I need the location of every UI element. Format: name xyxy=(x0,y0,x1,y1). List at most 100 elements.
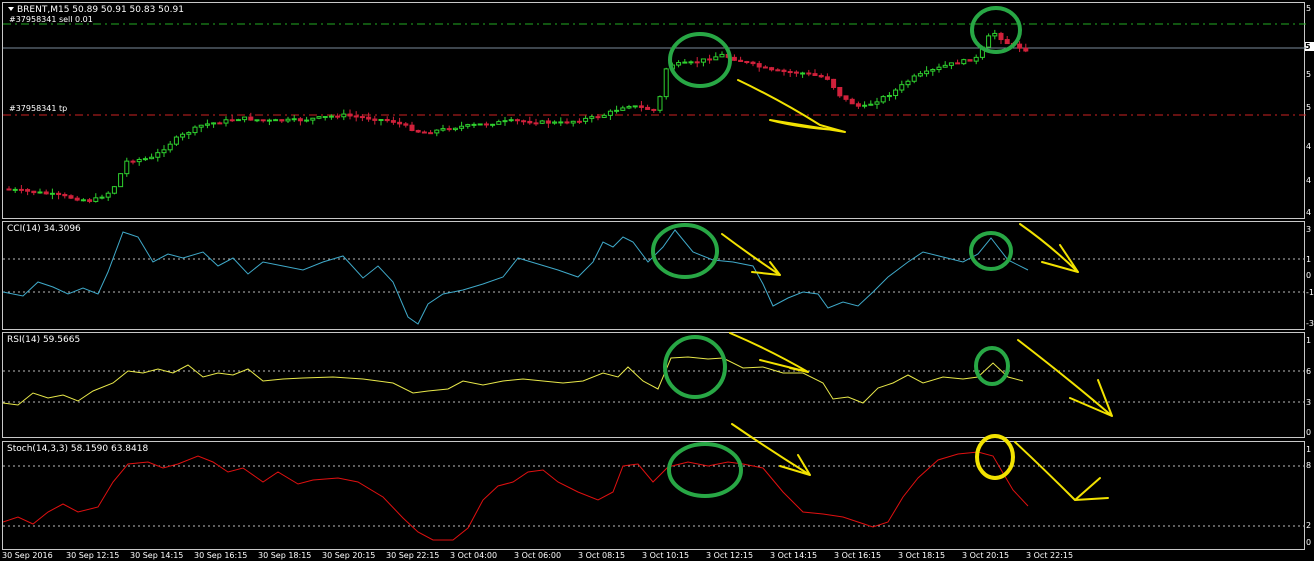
candle-body xyxy=(657,96,663,111)
candle-body xyxy=(397,121,403,125)
candle-body xyxy=(452,127,458,131)
candle-body xyxy=(180,133,186,138)
candle-body xyxy=(1010,43,1016,46)
candle-body xyxy=(273,119,279,122)
candle-body xyxy=(80,199,86,202)
time-axis-label: 30 Sep 12:15 xyxy=(66,551,120,560)
candle-body xyxy=(68,195,74,199)
time-axis-label: 30 Sep 14:15 xyxy=(130,551,184,560)
candle-body xyxy=(248,116,254,121)
time-axis: 30 Sep 2016 30 Sep 12:15 30 Sep 14:15 30 Se… xyxy=(0,551,1314,561)
candle-body xyxy=(440,128,446,131)
candle-body xyxy=(707,58,713,61)
candle-body xyxy=(428,132,434,135)
candle-body xyxy=(390,120,396,123)
candle-body xyxy=(725,53,731,58)
candle-body xyxy=(341,113,347,118)
cci-scale-tick: 3 xyxy=(1306,225,1312,234)
candle-body xyxy=(676,62,682,66)
time-axis-label: 30 Sep 22:15 xyxy=(386,551,440,560)
candle-body xyxy=(645,106,651,110)
candle-body xyxy=(905,80,911,86)
candle-body xyxy=(211,122,217,125)
candle-body xyxy=(118,173,124,188)
time-axis-label: 30 Sep 18:15 xyxy=(258,551,312,560)
candle-body xyxy=(769,67,775,71)
time-axis-label: 3 Oct 14:15 xyxy=(770,551,818,560)
price-scale-tick: 4 xyxy=(1306,208,1312,217)
take-profit-label: #37958341 tp xyxy=(9,104,68,113)
cci-scale-tick: -3 xyxy=(1306,319,1314,328)
stoch-pane[interactable]: Stoch(14,3,3) 58.1590 63.8418 xyxy=(2,441,1306,550)
candle-body xyxy=(142,158,148,161)
time-axis-label: 30 Sep 2016 xyxy=(2,551,53,560)
candle-body xyxy=(242,116,248,121)
candle-body xyxy=(800,72,806,75)
cci-scale-tick: -1 xyxy=(1306,288,1314,297)
candle-body xyxy=(930,69,936,72)
candle-body xyxy=(638,105,644,108)
candle-body xyxy=(992,32,998,37)
candle-body xyxy=(756,63,762,68)
chart-menu-triangle-icon[interactable] xyxy=(8,7,14,11)
candle-body xyxy=(533,122,539,125)
candle-body xyxy=(874,101,880,105)
time-axis-label: 3 Oct 16:15 xyxy=(834,551,882,560)
cci-pane[interactable]: CCI(14) 34.3096 xyxy=(2,221,1306,330)
sell-order-label: #37958341 sell 0.01 xyxy=(9,15,93,24)
price-scale-tick: 5 xyxy=(1306,103,1312,112)
candle-body xyxy=(967,59,973,62)
price-chart-pane[interactable]: BRENT,M15 50.89 50.91 50.83 50.91 #37958… xyxy=(2,2,1306,219)
rsi-scale-tick: 1 xyxy=(1306,336,1312,345)
candle-body xyxy=(583,117,589,122)
chart-title: BRENT,M15 50.89 50.91 50.83 50.91 xyxy=(17,5,184,15)
candle-body xyxy=(316,116,322,119)
candle-body xyxy=(979,46,985,58)
candle-body xyxy=(831,78,837,88)
price-chart-svg xyxy=(3,23,1306,204)
candle-body xyxy=(862,104,868,107)
candle-body xyxy=(601,114,607,118)
candle-body xyxy=(576,120,582,123)
candle-body xyxy=(366,116,372,120)
rsi-pane[interactable]: RSI(14) 59.5665 xyxy=(2,332,1306,438)
candle-body xyxy=(824,76,830,80)
candle-body xyxy=(254,119,260,122)
candle-body xyxy=(409,124,415,131)
candle-body xyxy=(25,189,31,192)
candle-body xyxy=(173,136,179,145)
price-scale: 5 5 5 4 4 4 xyxy=(1305,2,1314,219)
candle-body xyxy=(161,149,167,154)
cci-svg xyxy=(3,229,1306,325)
candle-body xyxy=(465,124,471,127)
candle-body xyxy=(762,66,768,69)
cci-title: CCI(14) 34.3096 xyxy=(7,224,81,234)
candle-body xyxy=(527,120,533,124)
candle-body xyxy=(124,160,130,175)
time-axis-label: 3 Oct 12:15 xyxy=(706,551,754,560)
candle-body xyxy=(750,61,756,65)
candle-body xyxy=(434,129,440,134)
candle-body xyxy=(694,61,700,64)
candle-body xyxy=(607,110,613,116)
candle-body xyxy=(849,98,855,105)
candle-body xyxy=(347,113,353,117)
candle-body xyxy=(552,121,558,124)
candle-body xyxy=(198,124,204,128)
stoch-scale-tick: 2 xyxy=(1306,521,1312,530)
candle-body xyxy=(471,123,477,126)
time-axis-label: 3 Oct 18:15 xyxy=(898,551,946,560)
candle-body xyxy=(31,190,37,194)
candle-body xyxy=(973,56,979,62)
candle-body xyxy=(279,119,285,122)
candle-body xyxy=(731,56,737,61)
candle-body xyxy=(738,59,744,62)
stoch-title: Stoch(14,3,3) 58.1590 63.8418 xyxy=(7,444,149,454)
time-axis-label: 30 Sep 16:15 xyxy=(194,551,248,560)
candle-body xyxy=(1004,39,1010,45)
candle-body xyxy=(986,35,992,48)
candle-body xyxy=(806,72,812,75)
candle-body xyxy=(880,96,886,103)
candle-body xyxy=(564,121,570,124)
candle-body xyxy=(793,71,799,74)
